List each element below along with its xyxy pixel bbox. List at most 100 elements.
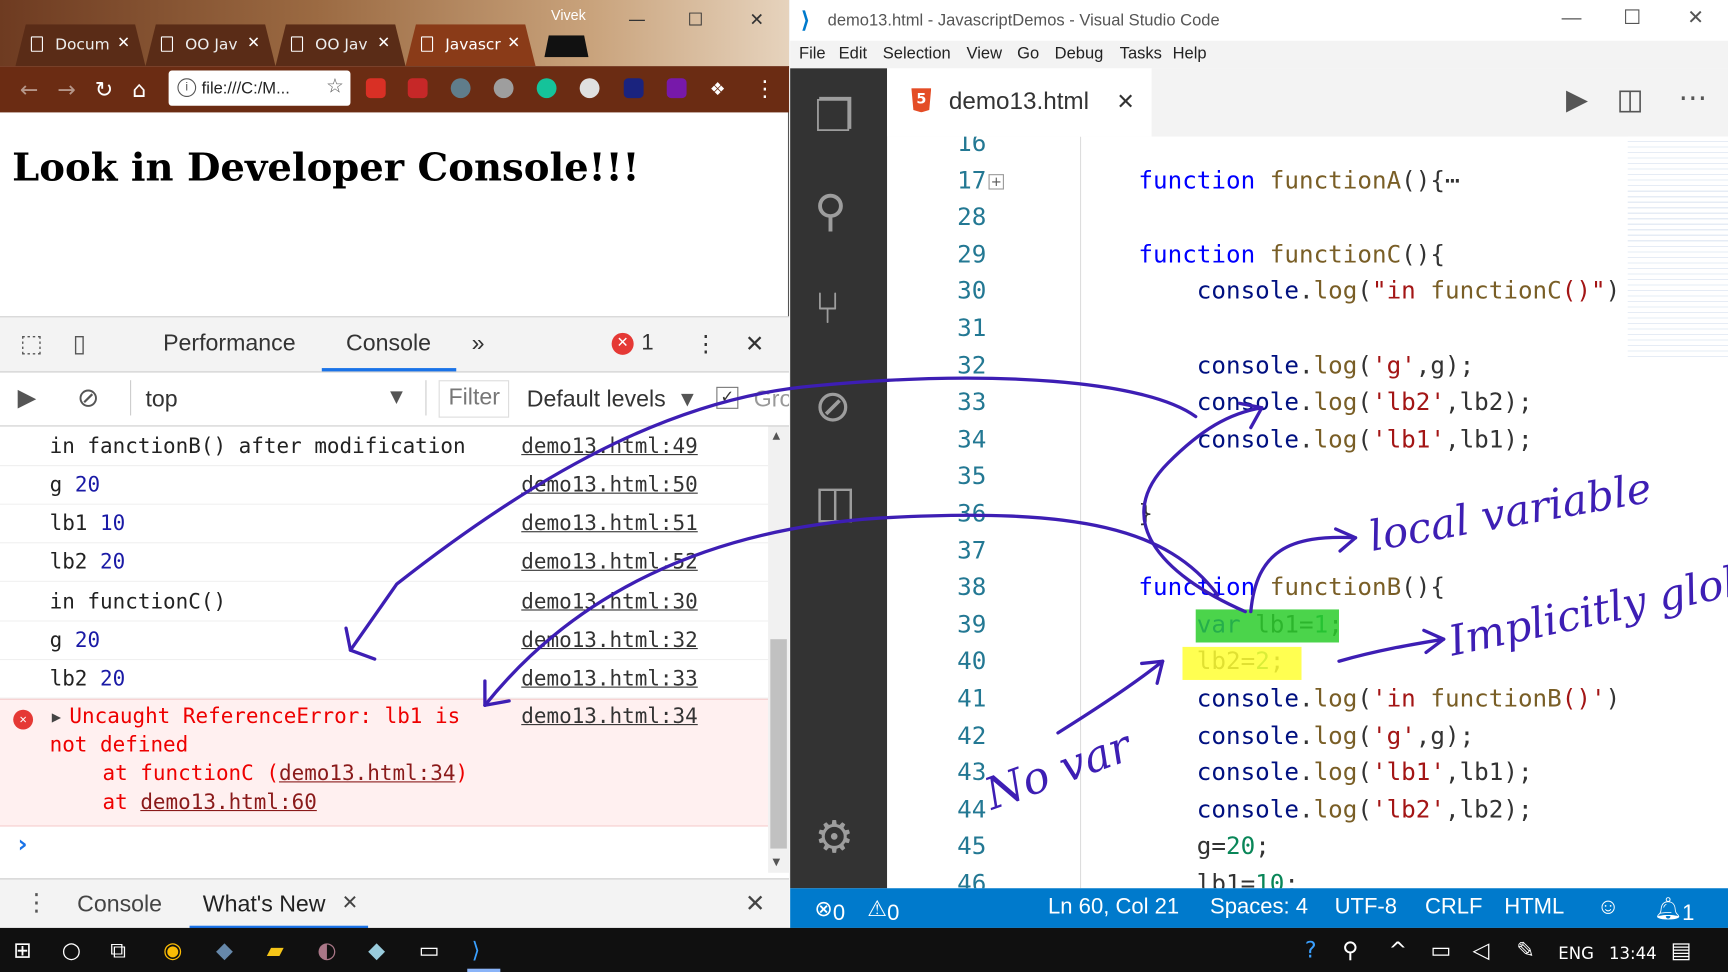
eol-status[interactable]: CRLF (1425, 895, 1483, 920)
minimap[interactable] (1627, 136, 1728, 358)
code-text[interactable]: console.log('g',g); (1138, 718, 1474, 754)
app-icon[interactable]: ◆ (368, 938, 385, 962)
star-icon[interactable]: ☆ (326, 75, 344, 98)
code-text[interactable]: console.log('g',g); (1138, 348, 1474, 384)
menu-selection[interactable]: Selection (883, 44, 951, 63)
code-line[interactable]: 31 (887, 311, 1728, 347)
code-line[interactable]: 28 (887, 200, 1728, 236)
encoding-status[interactable]: UTF-8 (1335, 895, 1397, 920)
code-line[interactable]: 17 function functionA(){⋯ (887, 163, 1728, 199)
code-line[interactable]: 30 console.log("in functionC()") (887, 274, 1728, 310)
code-line[interactable]: 33 console.log('lb2',lb2); (887, 385, 1728, 421)
filter-input[interactable]: Filter (438, 380, 510, 418)
terminal-app-icon[interactable]: ▭ (419, 938, 440, 962)
errors-status[interactable]: ⊗ 0 (814, 895, 845, 926)
extension-icon[interactable] (579, 78, 600, 99)
onenote-icon[interactable] (666, 78, 687, 99)
code-text[interactable]: function functionC(){ (1138, 237, 1445, 273)
code-text[interactable]: console.log('lb1',lb1); (1138, 422, 1533, 458)
close-devtools-icon[interactable]: ✕ (745, 331, 764, 359)
more-tabs-icon[interactable]: » (472, 331, 485, 357)
tab-performance[interactable]: Performance (163, 331, 295, 357)
clock[interactable]: 13:44 (1609, 941, 1657, 965)
windows-start-icon[interactable]: ⊞ (13, 938, 31, 962)
close-icon[interactable]: ✕ (247, 34, 260, 52)
chrome-tab-1[interactable]: Docum ✕ (15, 24, 146, 67)
dropbox-icon[interactable]: ❖ (710, 78, 730, 99)
code-line[interactable]: 32 console.log('g',g); (887, 348, 1728, 384)
chrome-tab-2[interactable]: OO Jav ✕ (145, 24, 276, 67)
close-icon[interactable]: ✕ (117, 34, 130, 52)
code-text[interactable]: console.log('lb1',lb1); (1138, 755, 1533, 791)
close-icon[interactable]: ✕ (377, 34, 390, 52)
code-text[interactable]: function functionA(){⋯ (1138, 163, 1459, 199)
inspect-icon[interactable]: ⬚ (20, 331, 43, 359)
code-line[interactable]: 16 (887, 137, 1728, 162)
source-link[interactable]: demo13.html:52 (521, 543, 697, 582)
scroll-up-icon[interactable]: ▲ (773, 431, 781, 442)
code-line[interactable]: 43 console.log('lb1',lb1); (887, 755, 1728, 791)
sidebar-toggle-icon[interactable]: ▶ (18, 385, 37, 413)
forward-icon[interactable]: → (57, 76, 75, 102)
smiley-icon[interactable]: ☺ (1597, 895, 1620, 920)
indentation-status[interactable]: Spaces: 4 (1210, 895, 1308, 920)
extension-icon[interactable] (623, 78, 644, 99)
more-actions-icon[interactable]: ⋯ (1678, 82, 1707, 115)
code-line[interactable]: 44 console.log('lb2',lb2); (887, 792, 1728, 828)
file-explorer-icon[interactable]: ▰ (267, 938, 284, 962)
explorer-icon[interactable]: ❐ (814, 93, 854, 141)
code-text[interactable]: console.log('lb2',lb2); (1138, 792, 1533, 828)
device-toggle-icon[interactable]: ▯ (73, 331, 86, 359)
code-editor[interactable]: + 16 17 function functionA(){⋯ 28 29 function… (887, 136, 1728, 889)
close-window-icon[interactable]: ✕ (1687, 7, 1704, 30)
code-line[interactable]: 34 console.log('lb1',lb1); (887, 422, 1728, 458)
code-line[interactable]: 37 (887, 533, 1728, 569)
code-text[interactable]: console.log("in functionC()") (1138, 274, 1620, 310)
close-drawer-icon[interactable]: ✕ (745, 890, 765, 918)
vscode-app-icon[interactable]: ⟩ (472, 938, 481, 962)
clear-console-icon[interactable]: ⊘ (77, 382, 99, 413)
devtools-menu-icon[interactable]: ⋮ (694, 331, 717, 359)
chrome-app-icon[interactable]: ◉ (163, 938, 182, 962)
maximize-icon[interactable]: ☐ (1623, 7, 1641, 30)
source-link[interactable]: demo13.html:30 (521, 583, 697, 622)
language-indicator[interactable]: ENG (1558, 941, 1594, 965)
info-icon[interactable]: i (177, 78, 197, 97)
maximize-icon[interactable]: ☐ (688, 9, 704, 30)
notification-center-icon[interactable]: ▤ (1671, 938, 1692, 962)
menu-help[interactable]: Help (1173, 44, 1207, 63)
source-link[interactable]: demo13.html:50 (521, 466, 697, 505)
chrome-tab-3[interactable]: OO Jav ✕ (275, 24, 406, 67)
code-line[interactable]: 29 function functionC(){ (887, 237, 1728, 273)
pen-icon[interactable]: ✎ (1516, 938, 1534, 962)
menu-edit[interactable]: Edit (839, 44, 867, 63)
close-icon[interactable]: ✕ (1116, 88, 1134, 114)
drawer-tab-whats-new[interactable]: What's New (203, 892, 326, 918)
error-icon[interactable]: ✕ (611, 332, 634, 355)
gear-icon[interactable]: ⚙ (814, 813, 854, 861)
menu-view[interactable]: View (966, 44, 1002, 63)
stack-link[interactable]: demo13.html:34 (279, 762, 455, 786)
code-line[interactable]: 35 (887, 459, 1728, 495)
gmail-extension-icon[interactable] (365, 78, 386, 99)
extension-icon[interactable] (450, 78, 471, 99)
home-icon[interactable]: ⌂ (132, 76, 146, 102)
source-link[interactable]: demo13.html:32 (521, 622, 697, 661)
context-selector[interactable]: top (145, 387, 177, 413)
code-line[interactable]: 41 console.log('in functionB()') (887, 681, 1728, 717)
address-bar[interactable]: i file:///C:/M... ☆ (168, 70, 351, 106)
cortana-icon[interactable]: ○ (62, 938, 81, 962)
close-window-icon[interactable]: ✕ (749, 9, 764, 30)
chevron-down-icon[interactable]: ▼ (681, 389, 694, 409)
eclipse-app-icon[interactable]: ◐ (317, 938, 336, 962)
new-tab-button[interactable] (544, 35, 589, 58)
code-text[interactable]: } (1138, 496, 1153, 532)
volume-icon[interactable]: ◁ (1472, 938, 1489, 962)
source-link[interactable]: demo13.html:51 (521, 505, 697, 544)
code-line[interactable]: 42 console.log('g',g); (887, 718, 1728, 754)
visual-studio-app-icon[interactable]: ◆ (216, 938, 233, 962)
battery-icon[interactable]: ▭ (1430, 938, 1451, 962)
source-control-icon[interactable]: ⑂ (814, 284, 840, 332)
cursor-position[interactable]: Ln 60, Col 21 (1048, 895, 1179, 920)
help-icon[interactable]: ? (1305, 938, 1317, 962)
